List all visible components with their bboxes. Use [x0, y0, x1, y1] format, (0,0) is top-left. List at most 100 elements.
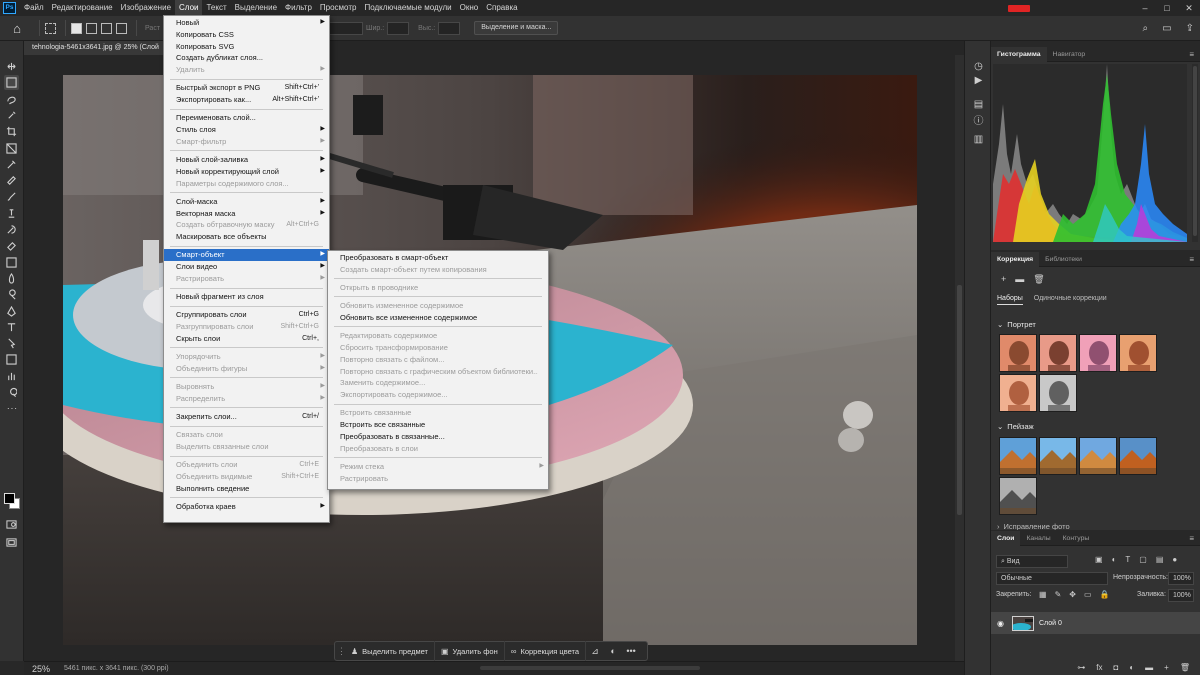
panel-menu-icon[interactable]: ≡	[1189, 50, 1194, 59]
color-correction-button[interactable]: ∞ Коррекция цвета	[505, 641, 587, 661]
menu-option[interactable]: Экспортировать как... Alt+Shift+Ctrl+'	[164, 94, 329, 106]
menu-option[interactable]: Обработка краев ▶	[164, 501, 329, 513]
shape-filter-icon[interactable]: ▢	[1139, 555, 1147, 564]
frame-tool-icon[interactable]	[4, 141, 19, 156]
healing-tool-icon[interactable]	[4, 173, 19, 188]
menu-item[interactable]: Подключаемые модули	[360, 0, 455, 16]
menu-option[interactable]: Обновить все измененное содержимое	[328, 312, 548, 324]
menu-option[interactable]: Новый корректирующий слой ▶	[164, 166, 329, 178]
maximize-icon[interactable]: □	[1156, 3, 1178, 13]
type-tool-icon[interactable]	[4, 320, 19, 335]
adjustment-icon[interactable]: ◐	[604, 646, 622, 656]
pen-tool-icon[interactable]	[4, 304, 19, 319]
filter-toggle-icon[interactable]: ●	[1172, 555, 1177, 564]
menu-option[interactable]: Выполнить сведение	[164, 483, 329, 495]
share-icon[interactable]: ⇪	[1186, 23, 1194, 34]
lock-pixels-icon[interactable]: ✎	[1055, 590, 1062, 599]
folder-icon[interactable]: ▬	[1015, 274, 1024, 285]
history-brush-tool-icon[interactable]	[4, 222, 19, 237]
eyedropper-tool-icon[interactable]	[4, 157, 19, 172]
dodge-tool-icon[interactable]	[4, 287, 19, 302]
search-icon[interactable]: ⌕	[1143, 23, 1149, 34]
layer-row[interactable]: ◉ Слой 0	[991, 612, 1200, 634]
new-group-icon[interactable]: ▬	[1145, 663, 1153, 672]
lock-position-icon[interactable]: ✥	[1069, 590, 1076, 599]
menu-option[interactable]: Слой-маска ▶	[164, 196, 329, 208]
quick-select-tool-icon[interactable]	[4, 108, 19, 123]
tab-layers[interactable]: Слои	[991, 530, 1021, 546]
landscape-preset-thumbnail[interactable]	[1039, 437, 1077, 475]
menu-option[interactable]: Копировать CSS	[164, 29, 329, 41]
height-input[interactable]	[438, 21, 461, 35]
menu-option[interactable]: Закрепить слои... Ctrl+/	[164, 411, 329, 423]
shape-tool-icon[interactable]	[4, 352, 19, 367]
tab-presets[interactable]: Наборы	[997, 295, 1023, 305]
stamp-tool-icon[interactable]	[4, 206, 19, 221]
subtract-selection-icon[interactable]	[101, 22, 112, 34]
portrait-preset-thumbnail[interactable]	[1039, 374, 1077, 412]
remove-background-button[interactable]: ▣ Удалить фон	[435, 641, 505, 661]
menu-item[interactable]: Редактирование	[48, 0, 117, 16]
blur-tool-icon[interactable]	[4, 271, 19, 286]
move-tool-icon[interactable]	[4, 59, 19, 74]
document-tab[interactable]: tehnologia-5461x3641.jpg @ 25% (Слой	[24, 41, 164, 55]
tab-libraries[interactable]: Библиотеки	[1039, 252, 1088, 267]
zoom-tool-icon[interactable]	[4, 385, 19, 400]
horizontal-scrollbar[interactable]	[480, 666, 700, 670]
select-and-mask-button[interactable]: Выделение и маска...	[474, 21, 559, 35]
menu-option[interactable]: Стиль слоя ▶	[164, 124, 329, 136]
trash-icon[interactable]: 🗑	[1033, 274, 1044, 285]
menu-option[interactable]: Скрыть слои Ctrl+,	[164, 333, 329, 345]
menu-option[interactable]: Маскировать все объекты	[164, 231, 329, 243]
landscape-preset-thumbnail[interactable]	[999, 437, 1037, 475]
menu-option[interactable]: Новый ▶	[164, 17, 329, 29]
add-mask-icon[interactable]: ◘	[1113, 663, 1118, 672]
menu-option[interactable]: Встроить все связанные	[328, 419, 548, 431]
panel-menu-icon[interactable]: ≡	[1189, 534, 1194, 543]
properties-icon[interactable]: ▤	[972, 98, 985, 111]
menu-option[interactable]: Создать дубликат слоя...	[164, 52, 329, 64]
intersect-selection-icon[interactable]	[116, 22, 127, 34]
trash-icon[interactable]: 🗑	[1180, 663, 1190, 672]
pixel-filter-icon[interactable]: ▣	[1095, 555, 1103, 564]
screen-mode-icon[interactable]	[4, 535, 19, 550]
menu-item[interactable]: Фильтр	[281, 0, 316, 16]
link-icon[interactable]: ⊶	[1077, 663, 1085, 672]
foreground-color-swatch[interactable]	[4, 493, 15, 504]
fill-input[interactable]: 100%	[1168, 589, 1194, 602]
menu-option[interactable]: Векторная маска ▶	[164, 208, 329, 220]
portrait-preset-thumbnail[interactable]	[999, 374, 1037, 412]
smart-filter-icon[interactable]: ▤	[1156, 555, 1164, 564]
gradient-tool-icon[interactable]	[4, 255, 19, 270]
plus-icon[interactable]: +	[1001, 274, 1006, 285]
info-icon[interactable]: ⓘ	[972, 115, 985, 128]
landscape-preset-thumbnail[interactable]	[1079, 437, 1117, 475]
history-icon[interactable]: ◷	[972, 60, 985, 73]
portrait-preset-thumbnail[interactable]	[999, 334, 1037, 372]
menu-item[interactable]: Окно	[456, 0, 483, 16]
swatches-icon[interactable]: ▥	[972, 133, 985, 146]
fx-icon[interactable]: fx	[1096, 663, 1102, 672]
new-adjustment-icon[interactable]: ◐	[1129, 663, 1134, 672]
menu-option[interactable]: Новый фрагмент из слоя	[164, 291, 329, 303]
photo-fix-group-header[interactable]: › Исправление фото	[997, 522, 1070, 530]
quick-mask-icon[interactable]	[4, 517, 19, 532]
new-layer-icon[interactable]: +	[1164, 663, 1169, 672]
more-tools-icon[interactable]	[4, 401, 19, 416]
menu-option[interactable]: Быстрый экспорт в PNG Shift+Ctrl+'	[164, 82, 329, 94]
tab-adjustments[interactable]: Коррекция	[991, 252, 1040, 267]
transform-icon[interactable]: ⊿	[586, 646, 604, 657]
menu-item[interactable]: Текст	[202, 0, 230, 16]
close-icon[interactable]: ✕	[1178, 3, 1200, 14]
hand-tool-icon[interactable]	[4, 369, 19, 384]
tab-navigator[interactable]: Навигатор	[1047, 47, 1092, 62]
vertical-scrollbar[interactable]	[955, 55, 964, 661]
add-selection-icon[interactable]	[86, 22, 97, 34]
menu-item[interactable]: Слои	[175, 0, 203, 16]
path-select-tool-icon[interactable]	[4, 336, 19, 351]
menu-option[interactable]: Переименовать слой...	[164, 112, 329, 124]
opacity-input[interactable]: 100%	[1168, 572, 1194, 585]
blend-mode-select[interactable]: Обычные	[996, 572, 1108, 585]
menu-item[interactable]: Файл	[20, 0, 48, 16]
more-options-icon[interactable]: •••	[622, 646, 640, 656]
